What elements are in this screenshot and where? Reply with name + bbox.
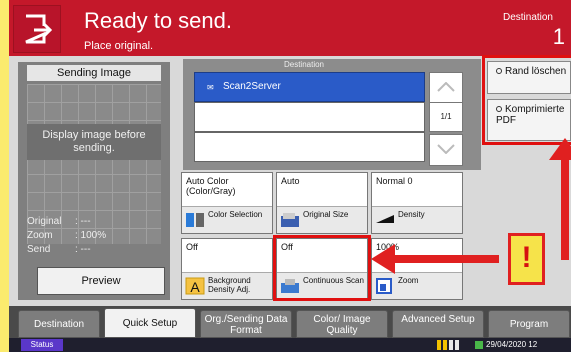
- highlight-box-continuous-scan: [273, 235, 371, 301]
- info-value: : 100%: [75, 230, 107, 241]
- tile-value: Auto: [281, 176, 300, 186]
- scroll-down-button[interactable]: [429, 134, 463, 166]
- send-mode-icon: [13, 5, 61, 53]
- chevron-down-icon: [437, 144, 455, 155]
- info-key: Zoom: [27, 230, 53, 241]
- info-send: Send : ---: [27, 244, 91, 255]
- arrow-left-icon: [371, 244, 395, 274]
- highlight-arrow-up: [561, 150, 569, 260]
- stage: Ready to send. Place original. Destinati…: [0, 0, 571, 352]
- destination-name: Scan2Server: [223, 81, 281, 92]
- destination-list-title: Destination: [283, 60, 325, 69]
- signal-icon: [437, 340, 459, 350]
- info-key: Original: [27, 216, 62, 227]
- page-indicator: 1/1: [429, 102, 463, 132]
- tile-color-selection[interactable]: Auto Color (Color/Gray) Color Selection: [181, 172, 273, 234]
- background-density-icon: A: [185, 277, 205, 295]
- highlight-arrow-left: [389, 255, 499, 263]
- function-tabs: Destination Quick Setup Org./Sending Dat…: [9, 306, 571, 338]
- tile-density[interactable]: Normal 0 Density: [371, 172, 463, 234]
- zoom-icon: [376, 278, 392, 294]
- tile-footer: Density: [372, 206, 462, 233]
- tile-value: Off: [186, 242, 198, 252]
- destination-row[interactable]: ✉ Scan2Server: [194, 72, 425, 102]
- tab-quick-setup[interactable]: Quick Setup: [104, 308, 196, 338]
- device-screen: Ready to send. Place original. Destinati…: [9, 0, 571, 352]
- destination-list-panel: Destination ✉ Scan2Server 1/1: [183, 59, 481, 170]
- tile-label: Original Size: [303, 210, 349, 219]
- info-key: Send: [27, 244, 51, 255]
- chevron-up-icon: [437, 81, 455, 92]
- highlight-box-side: [482, 55, 571, 145]
- header-bar: Ready to send. Place original. Destinati…: [9, 0, 571, 56]
- tile-label: Background Density Adj.: [208, 276, 251, 294]
- tile-footer: A Background Density Adj.: [182, 272, 272, 299]
- tile-label: Color Selection: [208, 210, 263, 219]
- tab-destination[interactable]: Destination: [18, 310, 100, 338]
- svg-text:A: A: [190, 279, 200, 295]
- tile-footer: Original Size: [277, 206, 367, 233]
- sending-image-title: Sending Image: [27, 65, 161, 81]
- tab-sending-format[interactable]: Org./Sending Data Format: [200, 310, 292, 338]
- tab-advanced-setup[interactable]: Advanced Setup: [392, 310, 484, 338]
- destination-count: 1: [552, 24, 565, 49]
- original-size-icon: [281, 213, 299, 227]
- color-selection-icon: [186, 213, 204, 227]
- tile-footer: Zoom: [372, 272, 462, 299]
- info-value: : ---: [75, 216, 91, 227]
- status-subtitle: Place original.: [84, 40, 154, 52]
- destination-row[interactable]: [194, 102, 425, 132]
- tile-original-size[interactable]: Auto Original Size: [276, 172, 368, 234]
- info-original: Original : ---: [27, 216, 91, 227]
- destination-count-label: Destination: [502, 12, 553, 23]
- arrow-up-icon: [549, 138, 571, 160]
- status-title: Ready to send.: [84, 8, 232, 33]
- tile-value: Normal 0: [376, 176, 413, 186]
- scroll-up-button[interactable]: [429, 72, 463, 104]
- tile-label: Zoom: [398, 276, 419, 285]
- info-zoom: Zoom : 100%: [27, 230, 106, 241]
- clock-icon: [475, 341, 483, 349]
- status-button[interactable]: Status: [21, 339, 63, 351]
- info-value: : ---: [75, 244, 91, 255]
- tab-program[interactable]: Program: [488, 310, 570, 338]
- tile-label: Density: [398, 210, 425, 219]
- status-bar: Status 29/04/2020 12: [9, 338, 571, 352]
- tile-footer: Color Selection: [182, 206, 272, 233]
- tile-background-density[interactable]: Off A Background Density Adj.: [181, 238, 273, 300]
- tile-value: Auto Color (Color/Gray): [186, 176, 236, 196]
- server-icon: ✉: [207, 83, 214, 92]
- sending-image-panel: Sending Image Display image before sendi…: [18, 62, 170, 300]
- preview-button[interactable]: Preview: [37, 267, 165, 295]
- destination-row[interactable]: [194, 132, 425, 162]
- density-icon: [376, 215, 394, 223]
- date-time: 29/04/2020 12: [486, 340, 538, 349]
- warning-mark: !: [508, 233, 545, 285]
- preview-message: Display image before sending.: [27, 124, 161, 160]
- tab-color-quality[interactable]: Color/ Image Quality: [296, 310, 388, 338]
